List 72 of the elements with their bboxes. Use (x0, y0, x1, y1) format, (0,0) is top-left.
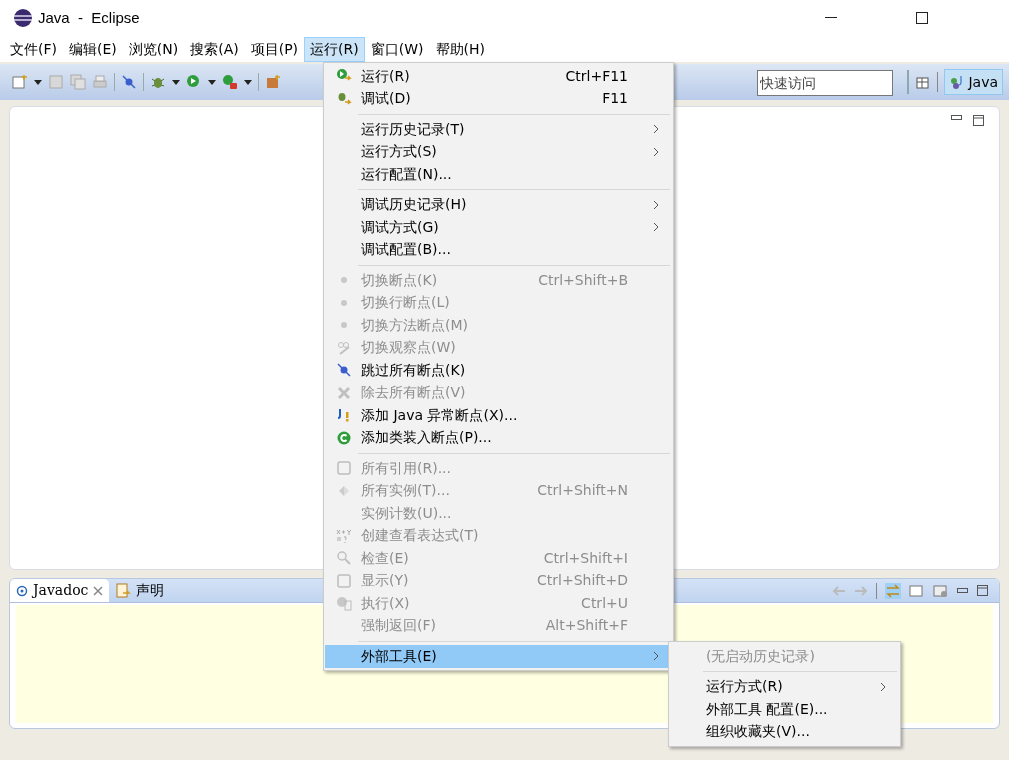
menu-item[interactable]: 运行方式(S) (325, 140, 672, 163)
minimize-icon (951, 115, 963, 121)
menu-item[interactable]: 调试(D) F11 (325, 87, 672, 110)
skip-breakpoints-icon (121, 74, 137, 90)
menu-item[interactable]: 外部工具 配置(E)... (670, 698, 899, 721)
class-icon (335, 429, 352, 446)
save-all-icon (70, 74, 86, 90)
glasses-icon (335, 339, 352, 356)
references-icon (335, 460, 352, 477)
window-title: Java - Eclipse (38, 7, 140, 28)
caret-icon (34, 78, 42, 86)
forward-icon (854, 584, 868, 597)
menu-item[interactable]: 添加 Java 异常断点(X)... (325, 404, 672, 427)
exception-icon (335, 407, 352, 424)
menu-item[interactable]: 运行(R) Ctrl+F11 (325, 65, 672, 88)
menu-item[interactable]: 运行配置(N)... (325, 163, 672, 186)
display-icon (335, 572, 352, 589)
menu-bar-item[interactable]: 项目(P) (244, 37, 305, 62)
menu-item[interactable]: 调试历史记录(H) (325, 193, 672, 216)
menu-bar-item[interactable]: 搜索(A) (184, 37, 245, 62)
menu-bar-item[interactable]: 窗口(W) (364, 37, 430, 62)
caret-icon (208, 78, 216, 86)
close-icon[interactable] (93, 585, 104, 596)
minimize-icon (957, 587, 969, 594)
print-icon (92, 74, 108, 90)
execute-icon (335, 595, 352, 612)
shortcut-text: F11 (602, 89, 629, 109)
maximize-icon (916, 12, 928, 24)
external-tools-icon (222, 74, 238, 90)
quick-access-field[interactable]: 快速访问 (757, 69, 894, 96)
menu-item[interactable]: 运行历史记录(T) (325, 118, 672, 141)
eclipse-logo-icon (13, 8, 33, 28)
panel-tab[interactable]: 声明 (109, 579, 171, 602)
maximize-icon (977, 584, 989, 597)
menu-bar-item[interactable]: 帮助(H) (429, 37, 491, 62)
menu-bar-item[interactable]: 浏览(N) (122, 37, 185, 62)
caret-icon (244, 78, 252, 86)
shortcut-text: Alt+Shift+F (545, 616, 629, 636)
menu-item[interactable]: 运行方式(R) (670, 675, 899, 698)
maximize-icon (973, 115, 985, 127)
shortcut-text: Ctrl+U (581, 593, 629, 613)
back-icon (832, 584, 846, 597)
menu-item[interactable]: 组织收藏夹(V)... (670, 720, 899, 743)
open-browser-icon (933, 582, 949, 599)
menu-bar-item[interactable]: 编辑(E) (63, 37, 123, 62)
declaration-icon (115, 582, 132, 599)
caret-icon (172, 78, 180, 86)
panel-tab[interactable]: Javadoc (10, 579, 110, 602)
menu-bar-item[interactable]: 文件(F) (4, 37, 63, 62)
minimize-icon (825, 17, 837, 19)
run-icon (186, 74, 202, 90)
java-perspective-button[interactable]: Java (944, 69, 1003, 95)
shortcut-text: Ctrl+Shift+B (538, 270, 629, 290)
skip-breakpoints-icon (335, 362, 352, 379)
shortcut-text: Ctrl+Shift+N (537, 481, 629, 501)
menu-item[interactable]: 调试配置(B)... (325, 238, 672, 261)
open-perspective-icon (915, 74, 932, 90)
link-icon (885, 582, 901, 599)
save-icon (48, 74, 64, 90)
expression-icon (335, 527, 352, 544)
menu-item[interactable]: 跳过所有断点(K) (325, 359, 672, 382)
menu-item[interactable]: 调试方式(G) (325, 216, 672, 239)
menu-item[interactable]: 添加类装入断点(P)... (325, 426, 672, 449)
open-editor-icon (909, 582, 925, 599)
new-file-icon (12, 74, 28, 90)
new-package-icon (265, 74, 281, 90)
search-icon (335, 550, 352, 567)
shortcut-text: Ctrl+Shift+D (537, 571, 629, 591)
menu-bar-item[interactable]: 运行(R) (304, 37, 365, 62)
shortcut-text: Ctrl+Shift+I (543, 548, 629, 568)
shortcut-text: Ctrl+F11 (565, 66, 629, 86)
remove-icon (335, 384, 352, 401)
